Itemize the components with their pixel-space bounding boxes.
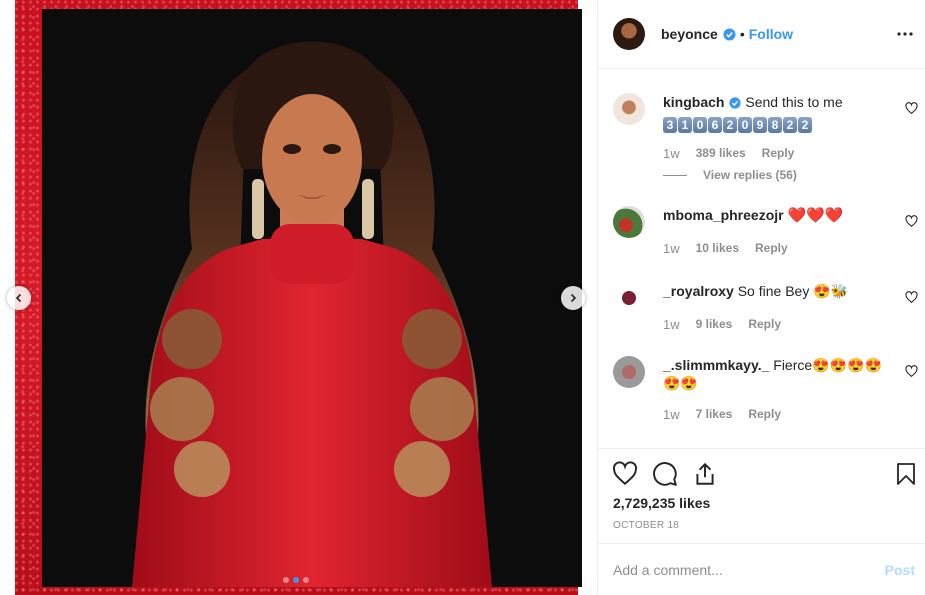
keycap-digit: 3 [663, 117, 677, 133]
avatar[interactable] [613, 93, 645, 125]
comment-username[interactable]: kingbach [663, 94, 724, 110]
add-comment-bar: Post [598, 543, 925, 595]
carousel-prev-button[interactable] [7, 286, 31, 310]
keycap-number: 3106209822 [663, 112, 891, 133]
comment-body: _royalroxy So fine Bey 😍🐝 [663, 282, 891, 300]
comment-time[interactable]: 1w [663, 317, 680, 332]
carousel-dot-active [293, 577, 299, 583]
carousel-next-button[interactable] [561, 286, 585, 310]
like-comment-heart-icon[interactable] [905, 215, 918, 228]
comment-meta: 1w 389 likes Reply [663, 146, 794, 161]
post-actions: 2,729,235 likes OCTOBER 18 [598, 448, 925, 543]
share-icon[interactable] [692, 461, 718, 487]
reply-button[interactable]: Reply [748, 317, 781, 332]
reply-button[interactable]: Reply [755, 241, 788, 256]
verified-badge-icon [723, 27, 736, 41]
comment-body: kingbach Send this to me 3106209822 [663, 93, 891, 133]
comment-meta: 1w 7 likes Reply [663, 407, 781, 422]
comment-text: So fine Bey 😍🐝 [737, 283, 849, 299]
comment-bubble-icon[interactable] [652, 461, 678, 487]
comment-body: _.slimmmkayy._ Fierce😍😍😍😍😍😍 [663, 356, 891, 392]
post-media [0, 0, 597, 595]
comments-list[interactable]: kingbach Send this to me 3106209822 1w 3… [598, 70, 925, 448]
like-comment-heart-icon[interactable] [905, 102, 918, 115]
keycap-digit: 9 [753, 117, 767, 133]
follow-button[interactable]: Follow [749, 26, 793, 42]
photo-frame [15, 0, 582, 595]
keycap-digit: 1 [678, 117, 692, 133]
keycap-digit: 0 [693, 117, 707, 133]
avatar[interactable] [613, 282, 645, 314]
verified-badge-icon [729, 97, 742, 109]
comment-time[interactable]: 1w [663, 407, 680, 422]
comment-likes[interactable]: 10 likes [696, 241, 739, 256]
comment-meta: 1w 10 likes Reply [663, 241, 788, 256]
comment-body: mboma_phreezojr ❤️❤️❤️ [663, 206, 891, 225]
divider [663, 174, 687, 176]
comment-text: ❤️❤️❤️ [787, 207, 844, 224]
like-comment-heart-icon[interactable] [905, 365, 918, 378]
avatar[interactable] [613, 206, 645, 238]
post-header: beyonce • Follow [598, 0, 925, 69]
comment-time[interactable]: 1w [663, 241, 680, 256]
view-replies-button[interactable]: View replies (56) [663, 168, 797, 182]
comment-username[interactable]: mboma_phreezojr [663, 207, 784, 223]
carousel-indicator [283, 577, 309, 583]
keycap-digit: 0 [738, 117, 752, 133]
avatar[interactable] [613, 356, 645, 388]
bookmark-icon[interactable] [894, 461, 918, 487]
keycap-digit: 2 [783, 117, 797, 133]
view-replies-label: View replies (56) [703, 168, 797, 182]
keycap-digit: 2 [798, 117, 812, 133]
keycap-digit: 2 [723, 117, 737, 133]
comment-likes[interactable]: 389 likes [696, 146, 746, 161]
header-separator: • [739, 26, 745, 42]
post-photo[interactable] [42, 9, 582, 587]
keycap-digit: 8 [768, 117, 782, 133]
comment-username[interactable]: _royalroxy [663, 283, 734, 299]
add-comment-input[interactable] [613, 559, 863, 581]
keycap-digit: 6 [708, 117, 722, 133]
photo-illustration [42, 9, 582, 587]
post-date[interactable]: OCTOBER 18 [613, 520, 679, 531]
like-heart-icon[interactable] [612, 461, 638, 487]
chevron-left-icon [15, 293, 22, 303]
comment-meta: 1w 9 likes Reply [663, 317, 781, 332]
reply-button[interactable]: Reply [748, 407, 781, 422]
post-comment-button[interactable]: Post [885, 562, 915, 578]
comment-username[interactable]: _.slimmmkayy._ [663, 357, 769, 373]
comment-likes[interactable]: 7 likes [696, 407, 733, 422]
avatar[interactable] [613, 18, 645, 50]
post-username[interactable]: beyonce [661, 26, 718, 42]
comment-text: Send this to me [745, 94, 843, 110]
carousel-dot [303, 577, 309, 583]
chevron-right-icon [570, 293, 577, 303]
post-details-panel: beyonce • Follow kingbach Send this to m… [597, 0, 925, 595]
more-options-icon[interactable] [896, 25, 914, 43]
post-likes-count[interactable]: 2,729,235 likes [613, 495, 710, 511]
reply-button[interactable]: Reply [762, 146, 795, 161]
carousel-dot [283, 577, 289, 583]
comment-time[interactable]: 1w [663, 146, 680, 161]
like-comment-heart-icon[interactable] [905, 291, 918, 304]
comment-likes[interactable]: 9 likes [696, 317, 733, 332]
